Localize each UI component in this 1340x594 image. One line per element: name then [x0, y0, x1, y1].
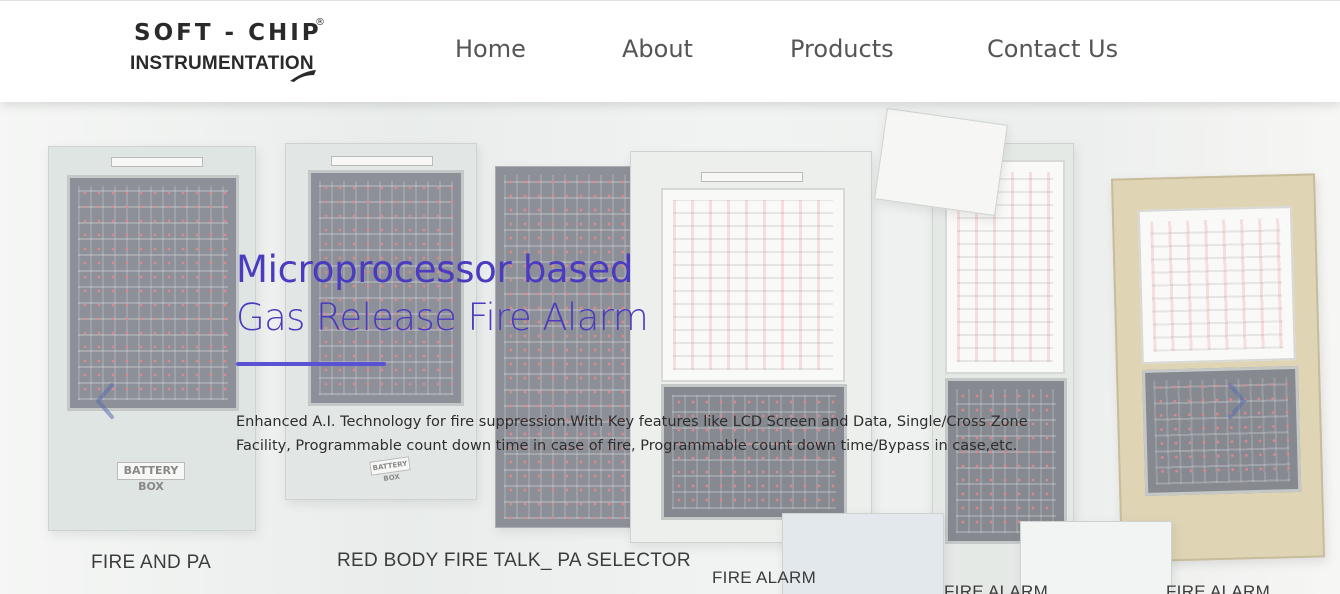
hero-description: Enhanced A.I. Technology for fire suppre…	[236, 414, 1028, 454]
hero-carousel: BATTERY BOX BATTERY BOX FIRE AND PA RED …	[0, 101, 1340, 594]
site-header: SOFT - CHIP ® INSTRUMENTATION Home About…	[0, 0, 1340, 102]
hero-caption: Microprocessor based Gas Release Fire Al…	[236, 246, 1076, 458]
hero-title-underline	[236, 362, 386, 366]
nav-home[interactable]: Home	[455, 35, 526, 63]
product-label-fire-alarm-2: FIRE ALARM	[944, 582, 1049, 594]
product-label-fire-alarm-3: FIRE ALARM	[1166, 582, 1271, 594]
hero-title-line1: Microprocessor based	[236, 248, 634, 291]
product-label-fire-talk: RED BODY FIRE TALK_ PA SELECTOR	[337, 550, 691, 571]
logo[interactable]: SOFT - CHIP ® INSTRUMENTATION	[128, 17, 328, 83]
logo-text-bottom: INSTRUMENTATION	[130, 53, 314, 74]
product-label-fire-and-pa: FIRE AND PA	[91, 552, 212, 573]
product-label-fire-alarm-1: FIRE ALARM	[712, 568, 817, 587]
logo-text-top: SOFT - CHIP	[134, 20, 322, 46]
registered-mark: ®	[315, 17, 325, 28]
nav-contact-us[interactable]: Contact Us	[987, 35, 1118, 63]
chevron-left-icon[interactable]	[90, 381, 120, 421]
hero-title-line2: Gas Release Fire Alarm	[236, 296, 649, 339]
nav-products[interactable]: Products	[790, 35, 894, 63]
chevron-right-icon[interactable]	[1222, 381, 1252, 421]
nav-about[interactable]: About	[622, 35, 693, 63]
logo-swoosh-icon	[290, 70, 316, 82]
